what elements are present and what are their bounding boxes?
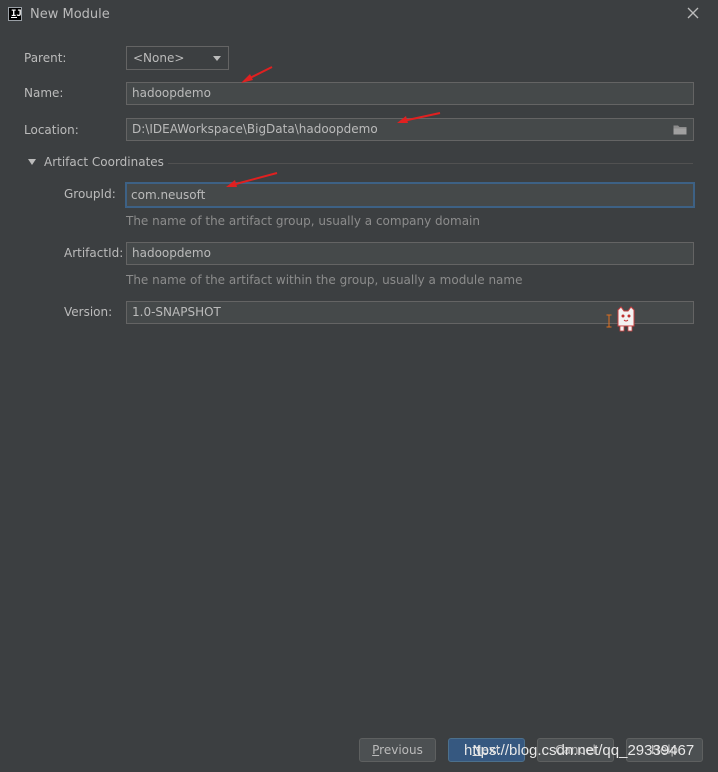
previous-label: revious — [379, 743, 423, 757]
artifactid-input[interactable]: hadoopdemo — [126, 242, 694, 265]
version-label: Version: — [64, 305, 113, 319]
chevron-down-icon — [213, 56, 221, 61]
window-title: New Module — [30, 7, 110, 22]
watermark: https://blog.csdn.net/qq_29339467 — [464, 742, 695, 759]
artifactid-label: ArtifactId: — [64, 246, 124, 260]
name-input[interactable]: hadoopdemo — [126, 82, 694, 105]
arrow-to-name-icon — [241, 66, 273, 83]
section-divider — [168, 163, 693, 164]
parent-label: Parent: — [24, 51, 67, 65]
location-input[interactable]: D:\IDEAWorkspace\BigData\hadoopdemo — [126, 118, 694, 141]
collapse-triangle-icon[interactable] — [28, 159, 36, 165]
parent-dropdown[interactable]: <None> — [126, 46, 229, 70]
cat-mascot-icon — [617, 306, 635, 332]
groupid-hint: The name of the artifact group, usually … — [126, 214, 480, 228]
intellij-idea-icon: IJ — [8, 7, 22, 21]
text-cursor-icon — [606, 314, 612, 328]
folder-icon[interactable] — [673, 124, 687, 135]
parent-value: <None> — [133, 51, 185, 65]
artifact-section-title[interactable]: Artifact Coordinates — [44, 155, 164, 169]
artifactid-hint: The name of the artifact within the grou… — [126, 273, 523, 287]
groupid-input[interactable]: com.neusoft — [125, 182, 695, 208]
close-icon[interactable] — [686, 6, 700, 20]
location-value: D:\IDEAWorkspace\BigData\hadoopdemo — [132, 122, 378, 136]
location-label: Location: — [24, 123, 79, 137]
name-label: Name: — [24, 86, 64, 100]
annotation-arrows — [226, 66, 441, 187]
previous-button[interactable]: Previous — [359, 738, 436, 762]
groupid-label: GroupId: — [64, 187, 116, 201]
title-bar: IJ New Module — [0, 0, 718, 30]
